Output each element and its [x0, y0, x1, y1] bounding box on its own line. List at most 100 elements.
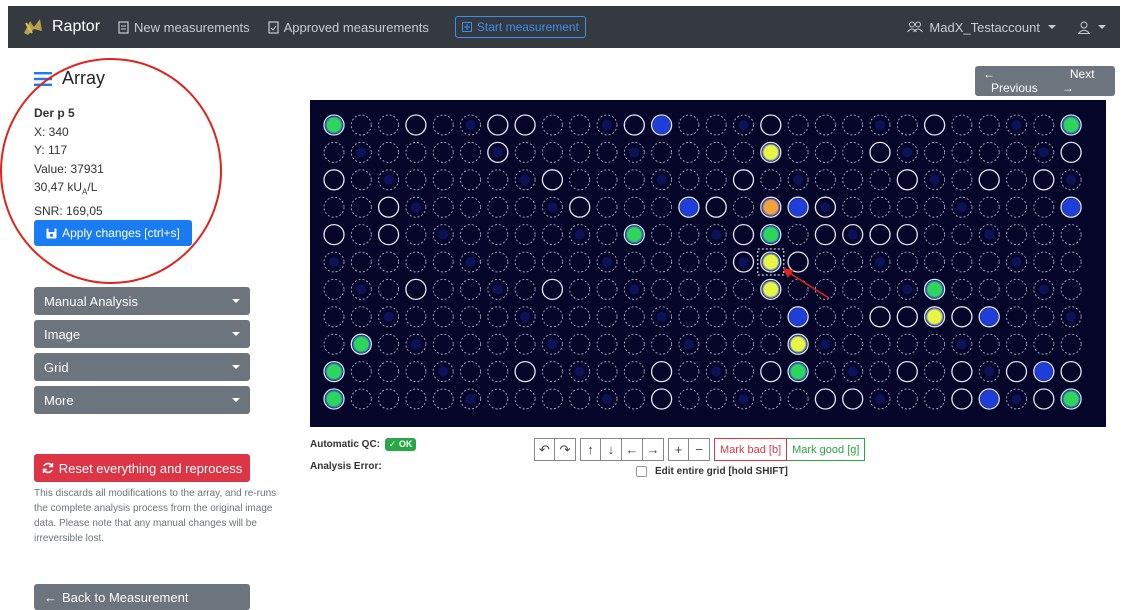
grid-spot-ring[interactable] — [705, 114, 727, 136]
spot-signal[interactable] — [789, 362, 808, 381]
previous-button[interactable]: ← Previous — [975, 67, 1054, 95]
grid-spot-ring[interactable] — [569, 278, 591, 300]
grid-spot-ring[interactable] — [651, 141, 673, 163]
grid-spot-ring[interactable] — [678, 169, 700, 191]
grid-spot-ring[interactable] — [678, 224, 700, 246]
grid-spot-ring[interactable] — [733, 196, 754, 218]
move-right-button[interactable]: → — [643, 438, 664, 461]
grid-spot-ring[interactable] — [323, 169, 345, 191]
grid-spot-ring[interactable] — [460, 306, 481, 328]
grid-spot-ring[interactable] — [705, 278, 727, 300]
grid-spot-ring[interactable] — [869, 278, 891, 300]
grid-spot-ring[interactable] — [487, 388, 509, 410]
grid-spot-ring[interactable] — [487, 333, 509, 355]
grid-spot-ring[interactable] — [487, 114, 509, 136]
grid-spot-ring[interactable] — [460, 141, 481, 163]
grid-spot-ring[interactable] — [978, 169, 1000, 191]
grid-spot-ring[interactable] — [896, 196, 918, 218]
grid-spot-ring[interactable] — [350, 306, 372, 328]
grid-spot-ring[interactable] — [323, 223, 345, 246]
dropdown-more[interactable]: More — [34, 386, 250, 414]
undo-button[interactable]: ↶ — [534, 438, 555, 461]
grid-spot-ring[interactable] — [623, 196, 645, 218]
grid-spot-ring[interactable] — [487, 169, 509, 191]
grid-spot-ring[interactable] — [787, 224, 809, 246]
grid-spot-ring[interactable] — [678, 306, 700, 328]
grid-spot-ring[interactable] — [896, 169, 918, 191]
redo-button[interactable]: ↷ — [555, 438, 576, 461]
grid-spot-ring[interactable] — [514, 196, 536, 218]
grid-spot-ring[interactable] — [678, 141, 700, 163]
grid-spot-ring[interactable] — [705, 388, 727, 410]
grid-spot-ring[interactable] — [978, 333, 1000, 355]
grid-spot-ring[interactable] — [596, 196, 618, 218]
spot-signal[interactable] — [761, 225, 780, 244]
grid-spot-ring[interactable] — [1033, 224, 1055, 246]
grid-spot-ring[interactable] — [405, 361, 427, 383]
spot-signal[interactable] — [325, 390, 343, 408]
grid-spot-ring[interactable] — [623, 361, 645, 383]
grid-spot-ring[interactable] — [650, 388, 673, 410]
grid-spot-ring[interactable] — [405, 278, 427, 301]
grid-spot-ring[interactable] — [405, 388, 427, 410]
nav-new-measurements[interactable]: New measurements — [118, 20, 250, 35]
spot-signal[interactable] — [1062, 116, 1081, 134]
grid-spot-ring[interactable] — [1060, 224, 1082, 246]
grid-spot-ring[interactable] — [650, 360, 673, 383]
grid-spot-ring[interactable] — [1006, 141, 1027, 163]
grid-spot-ring[interactable] — [487, 196, 509, 218]
grid-spot-ring[interactable] — [814, 251, 836, 273]
grid-spot-ring[interactable] — [842, 114, 864, 136]
grid-spot-ring[interactable] — [323, 306, 345, 328]
grid-spot-ring[interactable] — [350, 388, 372, 410]
grid-spot-ring[interactable] — [432, 114, 454, 136]
grid-spot-ring[interactable] — [951, 224, 973, 246]
grid-spot-ring[interactable] — [842, 251, 864, 273]
grid-spot-ring[interactable] — [869, 169, 891, 191]
grid-spot-ring[interactable] — [514, 114, 536, 136]
grid-spot-ring[interactable] — [814, 169, 836, 191]
grid-spot-ring[interactable] — [842, 196, 864, 218]
grid-spot-ring[interactable] — [569, 306, 591, 328]
grid-spot-ring[interactable] — [596, 361, 618, 383]
next-button[interactable]: Next → — [1054, 67, 1115, 95]
grid-spot-ring[interactable] — [487, 251, 509, 273]
grid-spot-ring[interactable] — [733, 306, 754, 328]
grid-spot-ring[interactable] — [814, 388, 837, 410]
spot-signal[interactable] — [625, 225, 644, 244]
grid-spot-ring[interactable] — [760, 360, 782, 383]
grid-spot-ring[interactable] — [460, 278, 481, 300]
grid-spot-ring[interactable] — [432, 333, 454, 355]
grid-spot-ring[interactable] — [378, 141, 400, 163]
grid-spot-ring[interactable] — [978, 114, 1000, 136]
grid-spot-ring[interactable] — [869, 306, 891, 328]
grid-spot-ring[interactable] — [705, 333, 727, 355]
grid-spot-ring[interactable] — [432, 141, 454, 163]
spot-signal[interactable] — [980, 307, 999, 326]
grid-spot-ring[interactable] — [1060, 360, 1082, 383]
spot-signal[interactable] — [761, 143, 780, 162]
spot-signal[interactable] — [789, 335, 808, 354]
grid-spot-ring[interactable] — [350, 251, 372, 273]
grid-spot-ring[interactable] — [896, 388, 918, 410]
grid-spot-ring[interactable] — [378, 388, 400, 410]
spot-signal[interactable] — [925, 307, 944, 326]
grid-spot-ring[interactable] — [378, 278, 400, 300]
grid-spot-ring[interactable] — [377, 223, 400, 246]
grid-spot-ring[interactable] — [514, 278, 536, 300]
grid-spot-ring[interactable] — [541, 114, 563, 136]
grid-spot-ring[interactable] — [514, 388, 536, 410]
grid-spot-ring[interactable] — [569, 141, 591, 163]
grid-spot-ring[interactable] — [623, 306, 645, 328]
grid-spot-ring[interactable] — [732, 169, 755, 191]
grid-spot-ring[interactable] — [651, 251, 673, 273]
spot-signal[interactable] — [761, 253, 780, 271]
grid-spot-ring[interactable] — [842, 141, 864, 163]
grid-spot-ring[interactable] — [705, 169, 727, 191]
grid-spot-ring[interactable] — [596, 141, 618, 163]
grid-spot-ring[interactable] — [432, 169, 454, 191]
spot-signal[interactable] — [761, 198, 780, 217]
grid-spot-ring[interactable] — [705, 251, 727, 273]
grid-spot-ring[interactable] — [514, 333, 536, 355]
grid-spot-ring[interactable] — [378, 251, 400, 273]
